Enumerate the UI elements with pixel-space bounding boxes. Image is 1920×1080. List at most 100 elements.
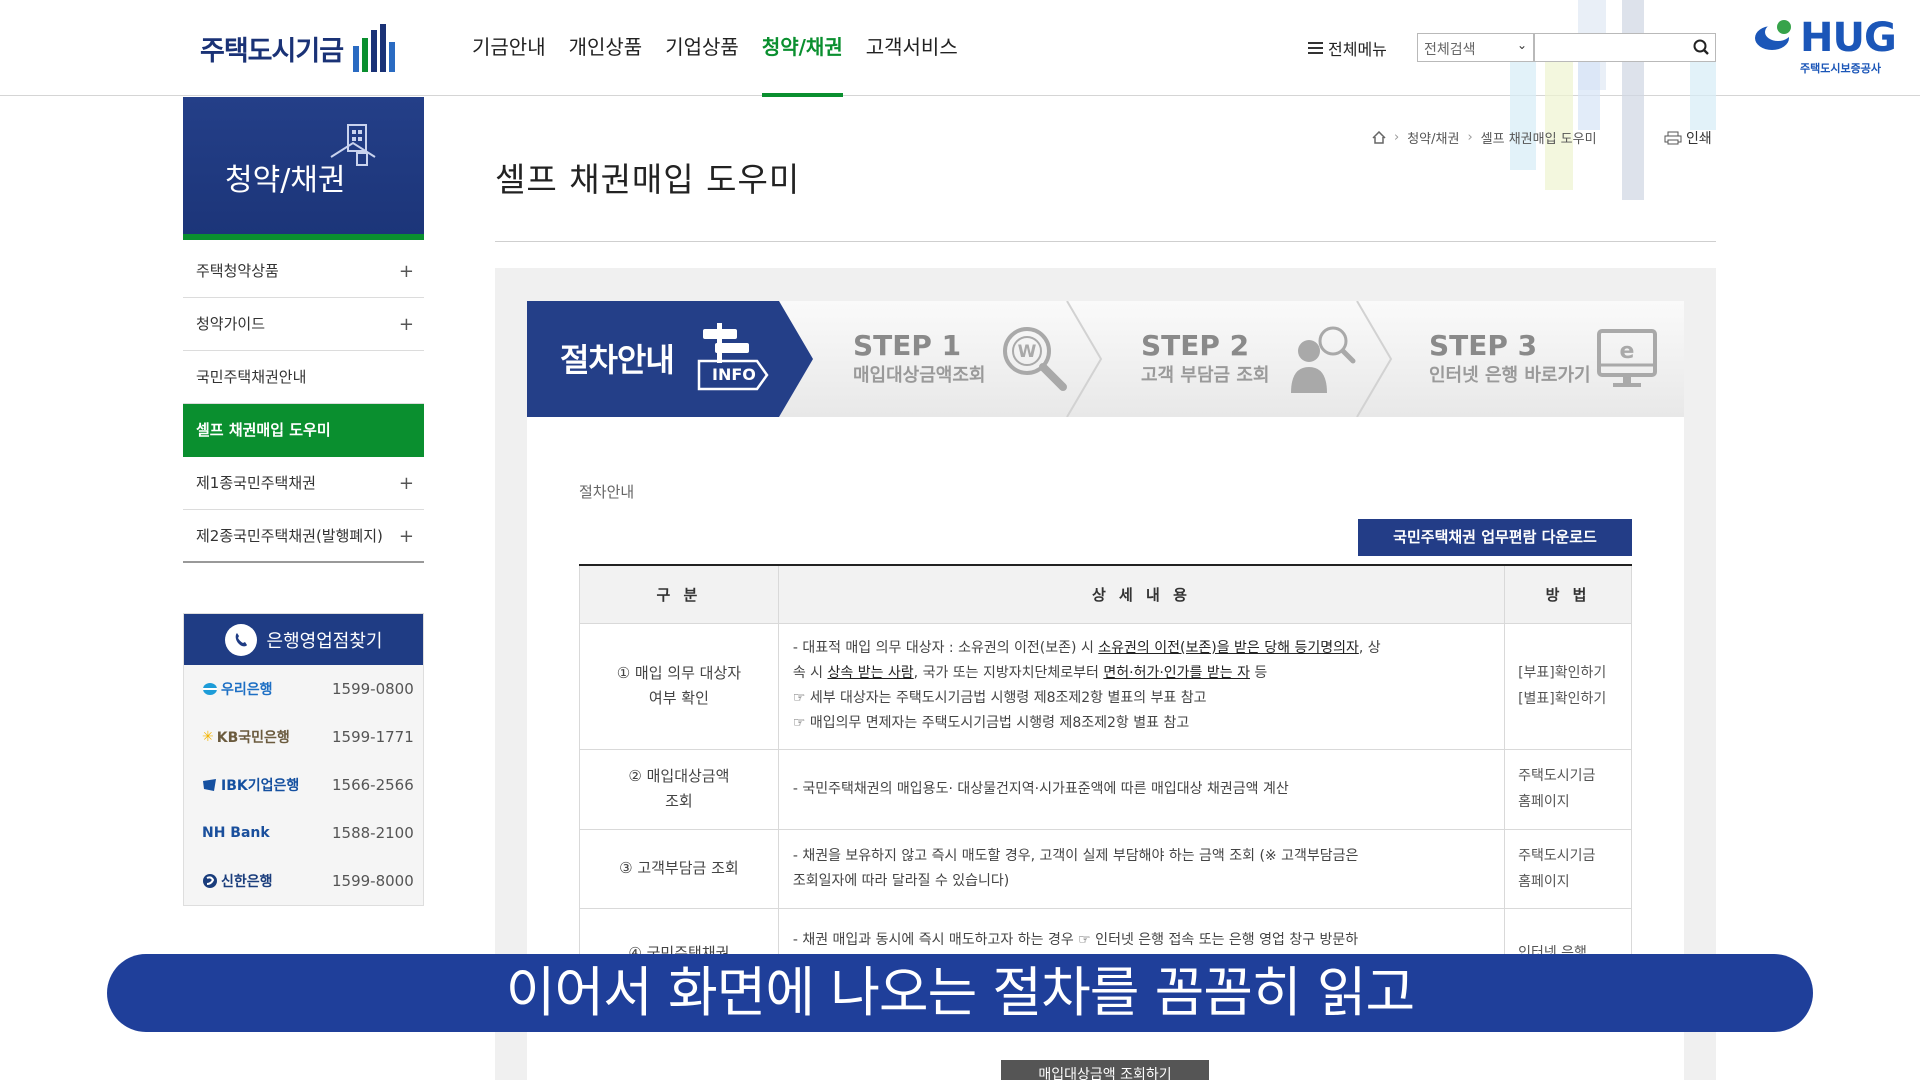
print-button[interactable]: 인쇄 [1664,128,1712,148]
step-info-tab[interactable]: 절차안내 INFO [527,301,813,417]
row-detail: - 국민주택채권의 매입용도· 대상물건지역·시가표준액에 따른 매입대상 채권… [777,748,1506,830]
woori-logo-icon [203,683,217,695]
ibk-logo-icon [203,779,216,791]
detail-text: 속 시 [792,665,828,681]
header-decoration [1622,0,1644,200]
bank-row[interactable]: 신한은행 1599-8000 [184,857,423,905]
table-row: ③ 고객부담금 조회 - 채권을 보유하지 않고 즉시 매도할 경우, 고객이 … [579,828,1632,909]
appendix-table-link[interactable]: [부표]확인하기 [1518,660,1618,686]
video-subtitle: 이어서 화면에 나오는 절차를 꼼꼼히 읽고 [107,954,1813,1032]
sidebar-item-label: 제2종국민주택채권(발행폐지) [196,527,383,545]
person-search-icon [1291,326,1356,393]
row-category-line: ② 매입대상금액 [628,767,730,785]
svg-text:e: e [1620,339,1635,364]
detail-line: - 국민주택채권의 매입용도· 대상물건지역·시가표준액에 따른 매입대상 채권… [792,780,1289,797]
plus-icon: + [398,314,414,335]
shinhan-bank-logo: 신한은행 [202,871,273,891]
step-title: STEP 1 [853,329,962,362]
all-menu-button[interactable]: 전체메뉴 [1308,36,1387,60]
sidebar-item-self-bond-helper[interactable]: 셀프 채권매입 도우미 [183,404,424,457]
table-header-row: 구 분 상 세 내 용 방 법 [579,565,1632,624]
title-divider [495,241,1716,242]
method-line: 홈페이지 [1518,873,1570,890]
step-2[interactable]: STEP 2 고객 부담금 조회 [1141,301,1361,417]
woori-bank-logo: 우리은행 [202,679,273,699]
bank-name: 우리은행 [221,682,273,698]
sidebar-menu: 주택청약상품 + 청약가이드 + 국민주택채권안내 셀프 채권매입 도우미 제1… [183,245,424,563]
table-row: ① 매입 의무 대상자 여부 확인 - 대표적 매입 의무 대상자 : 소유권의… [579,622,1632,750]
sidebar-item-bond-info[interactable]: 국민주택채권안내 [183,351,424,404]
sidebar-item-label: 셀프 채권매입 도우미 [196,421,331,439]
logo-mark-icon [353,24,398,72]
ibk-bank-logo: IBK기업은행 [202,775,299,795]
monitor-e-icon: e [1597,329,1657,387]
bank-finder-header[interactable]: 은행영업점찾기 [184,614,423,665]
step-info-label: 절차안내 [560,341,675,379]
bank-row[interactable]: IBK기업은행 1566-2566 [184,761,423,809]
sidebar-item-housing-subscription[interactable]: 주택청약상품 + [183,245,424,298]
sidebar-item-subscription-guide[interactable]: 청약가이드 + [183,298,424,351]
row-method[interactable]: 주택도시기금 홈페이지 [1504,828,1632,909]
lookup-amount-button[interactable]: 매입대상금액 조회하기 [1001,1060,1209,1080]
method-line: 주택도시기금 [1518,768,1596,784]
table-row: ② 매입대상금액 조회 - 국민주택채권의 매입용도· 대상물건지역·시가표준액… [579,748,1632,830]
row-category-line: 조회 [665,792,693,810]
step-1[interactable]: STEP 1 매입대상금액조회 W [853,301,1073,417]
sidebar-item-type1-bond[interactable]: 제1종국민주택채권 + [183,457,424,510]
sidebar-item-type2-bond[interactable]: 제2종국민주택채권(발행폐지) + [183,510,424,563]
nav-personal-products[interactable]: 개인상품 [569,0,643,96]
step-subtitle: 인터넷 은행 바로가기 [1429,365,1591,386]
nh-bank-logo: NH Bank [202,825,270,841]
detail-underlined: 면허·허가·인가를 받는 자 [1103,665,1250,681]
step-title: STEP 2 [1141,329,1250,362]
all-menu-label: 전체메뉴 [1328,40,1387,59]
detail-line: - 채권을 보유하지 않고 즉시 매도할 경우, 고객이 실제 부담해야 하는 … [792,847,1359,864]
page: 주택도시기금 기금안내 개인상품 기업상품 청약/채권 고객서비스 전체메뉴 전… [0,0,1920,1080]
bank-row[interactable]: NH Bank 1588-2100 [184,809,423,857]
sidebar-item-label: 국민주택채권안내 [196,368,307,386]
bank-finder: 은행영업점찾기 우리은행 1599-0800 ✳ KB국민은행 1599-177… [183,613,424,906]
step-3[interactable]: STEP 3 인터넷 은행 바로가기 e [1429,301,1669,417]
sidebar-item-label: 청약가이드 [196,315,266,333]
bank-row[interactable]: ✳ KB국민은행 1599-1771 [184,713,423,761]
home-icon[interactable] [1372,131,1386,144]
nav-customer-service[interactable]: 고객서비스 [866,0,958,96]
nav-subscription-bonds[interactable]: 청약/채권 [761,0,843,97]
breadcrumb-item[interactable]: 청약/채권 [1407,128,1459,147]
bank-phone: 1588-2100 [332,824,414,842]
hug-logo-mark-icon [1755,20,1791,50]
bank-name: IBK기업은행 [221,778,300,794]
header-decoration [1510,60,1536,170]
sidebar-title: 청약/채권 [225,163,346,198]
phone-icon [224,623,257,656]
bank-row[interactable]: 우리은행 1599-0800 [184,665,423,713]
info-signpost-icon [697,323,769,391]
annex-table-link[interactable]: [별표]확인하기 [1518,686,1618,712]
breadcrumb: › 청약/채권 › 셀프 채권매입 도우미 [1372,128,1597,147]
header-decoration [1578,60,1600,130]
method-line: 홈페이지 [1518,794,1570,810]
row-category: ② 매입대상금액 조회 [579,748,779,830]
top-header: 주택도시기금 기금안내 개인상품 기업상품 청약/채권 고객서비스 전체메뉴 전… [0,0,1920,200]
section-label: 절차안내 [579,483,635,501]
row-method: [부표]확인하기 [별표]확인하기 [1504,622,1632,750]
chevron-right-icon: › [1467,130,1473,145]
hug-brand: HUG [1800,15,1897,61]
hug-brand-sub: 주택도시보증공사 [1800,62,1881,75]
search-button[interactable] [1686,33,1716,62]
plus-icon: + [398,261,414,282]
header-decoration [1545,60,1573,190]
row-method[interactable]: 주택도시기금 홈페이지 [1504,748,1632,830]
nav-fund-info[interactable]: 기금안내 [472,0,546,96]
step-banner: 절차안내 INFO STEP 1 매입대상금액조회 W STEP 2 고객 부담… [527,301,1684,417]
site-logo[interactable]: 주택도시기금 [200,24,398,72]
download-manual-button[interactable]: 국민주택채권 업무편람 다운로드 [1358,519,1632,556]
row-category: ③ 고객부담금 조회 [579,828,779,909]
bank-phone: 1599-0800 [332,680,414,698]
step-subtitle: 고객 부담금 조회 [1141,365,1270,386]
nav-corporate-products[interactable]: 기업상품 [665,0,739,96]
detail-line: ☞ 매입의무 면제자는 주택도시기금법 시행령 제8조제2항 별표 참고 [792,715,1190,731]
search-scope-select[interactable]: 전체검색 ⌄ [1417,33,1534,62]
logo-text: 주택도시기금 [200,35,344,67]
hug-logo[interactable]: HUG 주택도시보증공사 [1752,15,1897,76]
